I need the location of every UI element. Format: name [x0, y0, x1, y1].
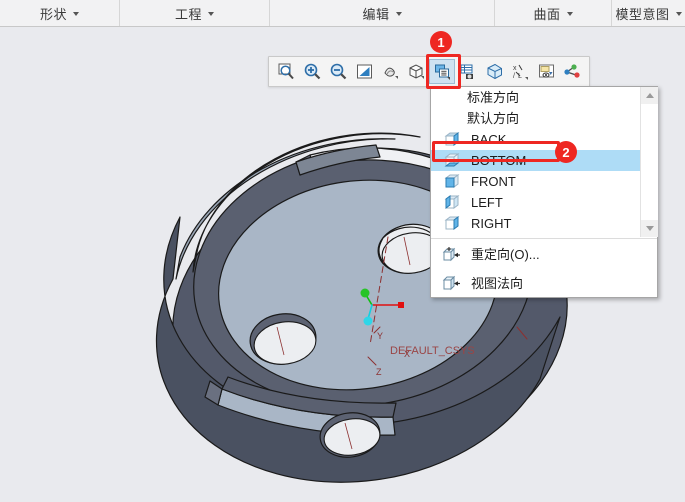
menu-item-bottom[interactable]: BOTTOM	[431, 150, 641, 171]
chevron-down-icon	[675, 12, 682, 16]
chevron-down-icon	[208, 12, 214, 16]
menu-item-reorient[interactable]: 重定向(O)...	[431, 240, 657, 269]
menu-item-back[interactable]: BACK	[431, 129, 641, 150]
menu-item-label: FRONT	[471, 174, 516, 189]
csys-label: DEFAULT_CSYS	[390, 345, 475, 357]
menu-engineering-label: 工程	[174, 6, 202, 22]
perspective-button[interactable]	[481, 59, 507, 84]
cube-left-icon	[443, 194, 461, 212]
svg-text:x: x	[513, 65, 517, 72]
orientation-list: 标准方向 默认方向 BACK BOTTOM FRONT LEFT RIGHT	[431, 87, 641, 237]
zoom-area-button[interactable]	[273, 59, 299, 84]
chevron-up-icon	[645, 93, 654, 98]
display-style-button[interactable]	[403, 59, 429, 84]
menu-edit-label: 编辑	[362, 6, 390, 22]
menu-item-label: LEFT	[471, 195, 503, 210]
axis-label-z: Z	[376, 367, 382, 377]
cube-back-icon	[443, 131, 461, 149]
menu-surface-label: 曲面	[533, 6, 561, 22]
dropdown-scrollbar[interactable]	[640, 87, 658, 237]
scroll-down-button[interactable]	[641, 220, 658, 237]
menu-item-label: 视图法向	[471, 276, 524, 291]
scroll-up-button[interactable]	[641, 87, 658, 104]
cube-top-icon	[443, 236, 461, 238]
menu-item-label: 默认方向	[467, 111, 520, 126]
zoom-in-button[interactable]	[299, 59, 325, 84]
datum-display-icon: x / L	[513, 64, 528, 80]
view-normal-icon	[441, 274, 463, 294]
reorient-icon	[441, 245, 463, 265]
menu-item-standard-orientation[interactable]: 标准方向	[431, 87, 641, 108]
chevron-down-icon	[566, 12, 573, 16]
cube-right-icon	[443, 215, 461, 233]
saved-orientations-dropdown: 标准方向 默认方向 BACK BOTTOM FRONT LEFT RIGHT 重…	[430, 86, 658, 298]
view-manager-icon	[460, 64, 473, 79]
zoom-out-button[interactable]	[325, 59, 351, 84]
pro-engineer-window: 形状 工程 编辑 曲面 模型意图 Y X Z DEFAULT_CSYS x / …	[0, 0, 685, 502]
menu-engineering[interactable]: 工程	[120, 0, 270, 26]
shading-button[interactable]	[377, 59, 403, 84]
menu-item-right[interactable]: RIGHT	[431, 213, 641, 234]
scrollbar-track[interactable]	[641, 104, 658, 220]
menu-item-top[interactable]: TOP	[431, 234, 641, 237]
annotation-badge-2: 2	[555, 141, 577, 163]
zoom-in-icon	[304, 63, 320, 80]
refit-icon	[356, 64, 372, 79]
menu-shape[interactable]: 形状	[0, 0, 120, 26]
chevron-down-icon	[73, 12, 79, 16]
menu-item-label: 标准方向	[467, 90, 520, 105]
menu-item-label: BACK	[471, 132, 507, 147]
annotation-display-icon	[538, 64, 554, 78]
datum-display-button[interactable]: x / L	[507, 59, 533, 84]
cube-front-icon	[443, 173, 461, 191]
menu-item-default-orientation[interactable]: 默认方向	[431, 108, 641, 129]
annotation-badge-1: 1	[430, 31, 452, 53]
axis-label-y: Y	[377, 331, 383, 341]
zoom-area-icon	[278, 63, 294, 80]
perspective-icon	[487, 63, 502, 80]
cube-bottom-icon	[443, 152, 461, 170]
main-menu-bar: 形状 工程 编辑 曲面 模型意图	[0, 0, 685, 27]
menu-item-front[interactable]: FRONT	[431, 171, 641, 192]
view-toolbar: x / L	[268, 56, 590, 87]
menu-item-label: RIGHT	[471, 216, 512, 231]
menu-model-intent[interactable]: 模型意图	[612, 0, 685, 26]
svg-text:/: /	[513, 73, 515, 80]
menu-item-label: 重定向(O)...	[471, 247, 540, 262]
display-style-icon	[409, 64, 424, 79]
chevron-down-icon	[395, 12, 402, 16]
chevron-down-icon	[645, 226, 654, 231]
saved-orientations-icon	[434, 64, 450, 80]
spin-center-icon	[563, 64, 580, 78]
saved-orientations-button[interactable]	[429, 59, 455, 84]
menu-item-view-normal[interactable]: 视图法向	[431, 269, 657, 298]
shading-icon	[383, 67, 398, 79]
view-manager-button[interactable]	[455, 59, 481, 84]
menu-item-label: BOTTOM	[471, 153, 527, 168]
spin-center-button[interactable]	[559, 59, 585, 84]
menu-edit[interactable]: 编辑	[270, 0, 495, 26]
annotation-display-button[interactable]	[533, 59, 559, 84]
dropdown-bottom-actions: 重定向(O)... 视图法向	[431, 240, 657, 298]
menu-separator	[431, 238, 657, 239]
menu-item-left[interactable]: LEFT	[431, 192, 641, 213]
menu-shape-label: 形状	[39, 6, 67, 22]
menu-surface[interactable]: 曲面	[495, 0, 612, 26]
zoom-out-icon	[330, 63, 346, 80]
menu-model-intent-label: 模型意图	[615, 6, 670, 22]
refit-button[interactable]	[351, 59, 377, 84]
